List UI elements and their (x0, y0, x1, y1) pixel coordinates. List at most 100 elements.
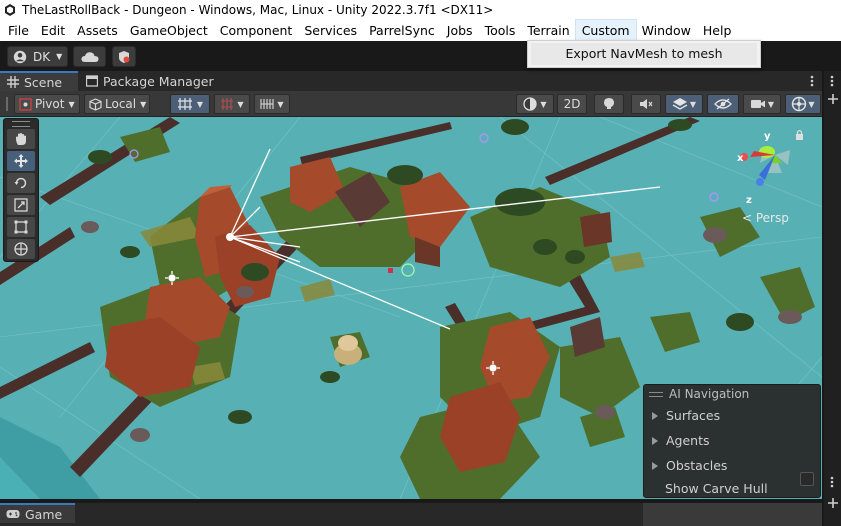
agents-foldout[interactable]: Agents (644, 428, 820, 453)
menu-services[interactable]: Services (298, 20, 363, 41)
rect-transform-icon (14, 220, 28, 234)
export-navmesh-menu-item[interactable]: Export NavMesh to mesh (531, 43, 757, 65)
surfaces-label: Surfaces (666, 408, 721, 423)
scene-tab-bar: Scene Package Manager (0, 71, 822, 91)
chevron-down-icon: ▼ (140, 99, 147, 109)
scale-tool-button[interactable] (7, 195, 35, 215)
obstacles-label: Obstacles (666, 458, 728, 473)
gizmo-y-label: y (764, 131, 771, 142)
grip-icon (649, 391, 663, 397)
show-carve-hull-row: Show Carve Hull (644, 478, 820, 498)
ai-navigation-title: AI Navigation (669, 387, 750, 401)
collab-button[interactable] (112, 46, 136, 67)
custom-menu-dropdown: Export NavMesh to mesh (527, 40, 761, 68)
user-circle-icon (13, 50, 27, 63)
chevron-down-icon: ▼ (689, 99, 697, 109)
chevron-right-icon (652, 411, 658, 420)
right-panel-strip (822, 71, 841, 526)
rotate-icon (14, 177, 27, 189)
ruler-icon (260, 99, 274, 109)
options-kebab-icon[interactable] (830, 475, 834, 489)
draw-mode-dropdown[interactable]: ▼ (516, 94, 554, 114)
options-kebab-icon[interactable] (830, 74, 834, 88)
increment-snap-icon (221, 98, 234, 110)
lightbulb-icon (604, 98, 614, 109)
gizmos-dropdown[interactable]: ▼ (785, 94, 821, 114)
menu-bar: File Edit Assets GameObject Component Se… (0, 19, 841, 42)
tab-game-label: Game (25, 506, 63, 522)
lighting-toggle[interactable] (594, 94, 624, 114)
transform-tool-button[interactable] (7, 239, 35, 259)
tab-options-kebab-icon[interactable] (810, 74, 814, 88)
surfaces-foldout[interactable]: Surfaces (644, 403, 820, 428)
eye-hidden-icon (714, 98, 732, 110)
menu-edit[interactable]: Edit (35, 20, 71, 41)
local-dropdown[interactable]: Local ▼ (84, 94, 150, 114)
ruler-snap-toggle[interactable]: ▼ (254, 94, 290, 114)
local-label: Local (105, 97, 137, 111)
show-carve-hull-checkbox[interactable] (800, 472, 814, 486)
game-tab-bar-region (643, 503, 822, 526)
menu-custom[interactable]: Custom (574, 19, 637, 42)
obstacles-foldout[interactable]: Obstacles (644, 453, 820, 478)
local-cube-icon (89, 97, 102, 111)
gizmo-globe-icon (792, 96, 807, 112)
lock-icon[interactable] (796, 129, 803, 141)
cloud-button[interactable] (73, 46, 106, 67)
menu-file[interactable]: File (2, 20, 35, 41)
add-icon[interactable] (827, 497, 839, 509)
effects-dropdown[interactable]: ▼ (665, 94, 703, 114)
menu-component[interactable]: Component (214, 20, 299, 41)
grid-icon (7, 76, 19, 88)
add-icon[interactable] (827, 93, 839, 105)
rect-tool-button[interactable] (7, 217, 35, 237)
account-label: DK (33, 49, 51, 64)
menu-assets[interactable]: Assets (71, 20, 124, 41)
menu-window[interactable]: Window (636, 20, 697, 41)
gizmo-z-label: z (746, 195, 752, 206)
unity-logo-icon (5, 4, 15, 16)
increment-snap-toggle[interactable]: ▼ (214, 94, 250, 114)
menu-tools[interactable]: Tools (479, 20, 522, 41)
title-bar: TheLastRollBack - Dungeon - Windows, Mac… (0, 0, 841, 20)
tab-scene[interactable]: Scene (0, 71, 78, 91)
tab-scene-label: Scene (24, 74, 63, 90)
grid-snap-toggle[interactable]: ▼ (170, 94, 210, 114)
camera-dropdown[interactable]: ▼ (743, 94, 781, 114)
menu-help[interactable]: Help (697, 20, 738, 41)
rotate-tool-button[interactable] (7, 173, 35, 193)
menu-terrain[interactable]: Terrain (521, 20, 575, 41)
menu-gameobject[interactable]: GameObject (124, 20, 214, 41)
audio-toggle[interactable] (631, 94, 661, 114)
chevron-down-icon: ▼ (56, 52, 63, 61)
pivot-label: Pivot (35, 97, 65, 111)
gizmo-x-label: x (737, 153, 744, 164)
pivot-dropdown[interactable]: Pivot ▼ (14, 94, 80, 114)
visibility-toggle[interactable] (707, 94, 739, 114)
menu-jobs[interactable]: Jobs (441, 20, 479, 41)
chevron-down-icon: ▼ (767, 99, 775, 109)
speaker-muted-icon (640, 99, 653, 109)
persp-label[interactable]: < Persp (742, 211, 789, 225)
chevron-down-icon: ▼ (277, 99, 284, 109)
toggle-2d-button[interactable]: 2D (557, 94, 587, 114)
cloud-icon (80, 51, 98, 62)
ai-navigation-header[interactable]: AI Navigation (644, 385, 820, 403)
tab-game[interactable]: Game (0, 503, 75, 523)
tab-package-manager-label: Package Manager (103, 73, 214, 89)
game-tab-bar: Game (0, 502, 822, 526)
tools-grip[interactable] (12, 121, 30, 127)
tab-package-manager[interactable]: Package Manager (80, 71, 215, 91)
package-icon (86, 75, 98, 87)
scale-icon (14, 198, 28, 212)
menu-parrelsync[interactable]: ParrelSync (363, 20, 441, 41)
toggle-2d-label: 2D (563, 97, 581, 111)
chevron-down-icon: ▼ (808, 99, 815, 109)
account-dropdown[interactable]: DK ▼ (7, 46, 68, 67)
move-tool-button[interactable] (7, 151, 35, 171)
hand-tool-button[interactable] (7, 129, 35, 149)
agents-label: Agents (666, 433, 710, 448)
scene-toolbar-grip (4, 94, 10, 114)
transform-tools-panel (3, 118, 39, 262)
scene-toolbar: Pivot ▼ Local ▼ ▼ ▼ ▼ ▼ 2D ▼ ▼ ▼ (0, 91, 822, 117)
